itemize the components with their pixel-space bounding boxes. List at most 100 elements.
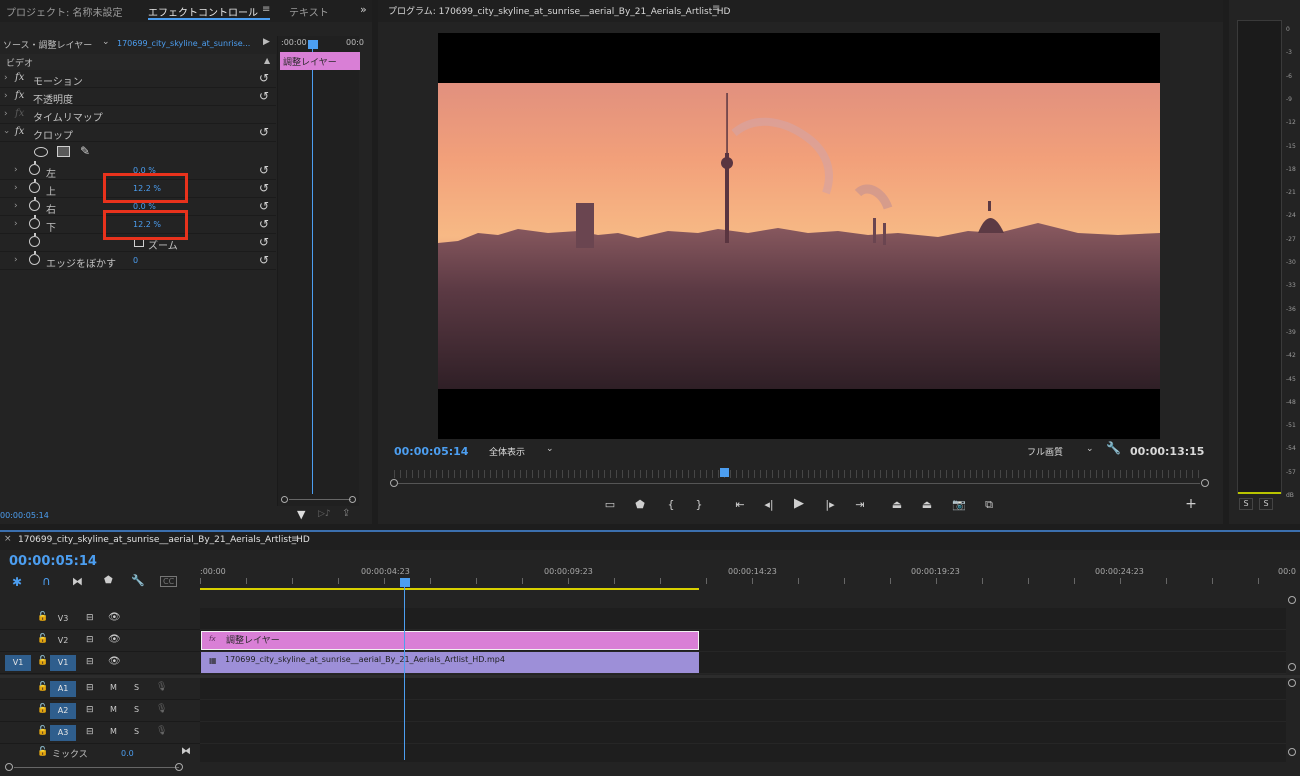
sync-lock-icon[interactable]: ⊟ xyxy=(86,727,94,737)
captions-icon[interactable]: CC xyxy=(160,576,178,587)
reset-icon[interactable]: ↺ xyxy=(259,163,269,177)
linked-selection-icon[interactable]: ⧓ xyxy=(72,575,83,588)
track-target-v2[interactable]: V2 xyxy=(50,633,76,649)
sync-lock-icon[interactable]: ⊟ xyxy=(86,657,94,667)
clip-video[interactable]: ▦ 170699_city_skyline_at_sunrise__aerial… xyxy=(201,652,699,673)
ellipse-mask-icon[interactable] xyxy=(34,147,48,157)
eye-icon[interactable]: 👁 xyxy=(108,634,121,645)
track-target-a2[interactable]: A2 xyxy=(50,703,76,719)
scroll-handle-left[interactable] xyxy=(281,496,288,503)
expand-chevron-icon[interactable]: › xyxy=(14,219,18,229)
sync-lock-icon[interactable]: ⊟ xyxy=(86,683,94,693)
mix-expand-icon[interactable]: ⧓ xyxy=(181,746,191,757)
voiceover-mic-icon[interactable]: 🎙 xyxy=(156,726,167,736)
sync-lock-icon[interactable]: ⊟ xyxy=(86,635,94,645)
crop-feather-value[interactable]: 0 xyxy=(133,256,138,265)
panel-menu-icon[interactable]: ≡ xyxy=(262,4,270,15)
filter-icon[interactable]: ▼ xyxy=(297,508,305,521)
play-only-audio-icon[interactable]: ▶ xyxy=(263,37,270,47)
program-monitor-title[interactable]: プログラム: 170699_city_skyline_at_sunrise__a… xyxy=(388,4,730,17)
reset-icon[interactable]: ↺ xyxy=(259,217,269,231)
timeline-h-scrollbar[interactable] xyxy=(5,762,1295,772)
effect-row-crop[interactable]: › fx クロップ ↺ xyxy=(0,124,276,142)
snap-magnet-icon[interactable]: ∩ xyxy=(42,574,51,588)
solo-button[interactable]: S xyxy=(134,683,139,692)
reset-icon[interactable]: ↺ xyxy=(259,125,269,139)
mute-button[interactable]: M xyxy=(110,705,117,714)
track-lane-a2[interactable] xyxy=(200,700,1286,722)
tab-project[interactable]: プロジェクト: 名称未設定 xyxy=(6,4,123,19)
track-target-v1[interactable]: V1 xyxy=(50,655,76,671)
expand-chevron-icon[interactable]: › xyxy=(4,91,8,101)
compare-view-icon[interactable]: ⧉ xyxy=(980,498,998,512)
fx-icon[interactable]: fx xyxy=(15,90,24,101)
lock-icon[interactable]: 🔓 xyxy=(37,612,48,622)
mute-button[interactable]: M xyxy=(110,727,117,736)
wrench-icon[interactable]: 🔧 xyxy=(1106,441,1121,455)
reset-icon[interactable]: ↺ xyxy=(259,181,269,195)
expand-chevron-icon[interactable]: › xyxy=(4,73,8,83)
panel-menu-icon[interactable]: ≡ xyxy=(712,3,720,14)
export-frame-icon[interactable]: 📷 xyxy=(951,498,967,511)
v-scroll-handle[interactable] xyxy=(1288,748,1296,756)
fit-dropdown[interactable]: 全体表示 ⌄ xyxy=(486,443,558,458)
eye-icon[interactable]: 👁 xyxy=(108,656,121,667)
voiceover-mic-icon[interactable]: 🎙 xyxy=(156,704,167,714)
wrench-icon[interactable]: 🔧 xyxy=(131,574,145,587)
track-lane-a3[interactable] xyxy=(200,722,1286,744)
sync-lock-icon[interactable]: ⊟ xyxy=(86,705,94,715)
add-marker-icon[interactable]: ⬟ xyxy=(104,575,113,586)
v-scroll-handle[interactable] xyxy=(1288,596,1296,604)
mini-zoom-scrollbar[interactable] xyxy=(281,496,357,503)
h-scroll-handle-right[interactable] xyxy=(175,763,183,771)
lock-icon[interactable]: 🔓 xyxy=(37,682,48,692)
program-video-frame[interactable] xyxy=(438,33,1160,439)
lock-icon[interactable]: 🔓 xyxy=(37,656,48,666)
reset-icon[interactable]: ↺ xyxy=(259,235,269,249)
timeline-timecode[interactable]: 00:00:05:14 xyxy=(9,554,97,569)
go-to-in-icon[interactable]: ⇤ xyxy=(732,498,748,511)
expand-chevron-icon[interactable]: › xyxy=(4,109,8,119)
timeline-ruler[interactable]: :00:00 00:00:04:23 00:00:09:23 00:00:14:23 0… xyxy=(200,560,1300,590)
solo-button[interactable]: S xyxy=(134,727,139,736)
lock-icon[interactable]: 🔓 xyxy=(37,704,48,714)
track-target-a3[interactable]: A3 xyxy=(50,725,76,741)
reset-icon[interactable]: ↺ xyxy=(259,199,269,213)
program-current-timecode[interactable]: 00:00:05:14 xyxy=(394,445,468,458)
zoom-handle-left[interactable] xyxy=(390,479,398,487)
mini-clip-adjustment[interactable]: 調整レイヤー xyxy=(280,52,360,70)
stopwatch-icon[interactable] xyxy=(29,197,40,211)
mark-in-icon[interactable]: { xyxy=(666,498,676,511)
pen-mask-icon[interactable]: ✎ xyxy=(80,144,90,158)
rectangle-mask-icon[interactable] xyxy=(57,146,70,157)
eye-icon[interactable]: 👁 xyxy=(108,612,121,623)
close-tab-icon[interactable]: × xyxy=(4,534,12,544)
program-scrubber[interactable] xyxy=(390,466,1210,490)
lift-icon[interactable]: ⏏ xyxy=(888,498,906,511)
expand-chevron-icon[interactable]: › xyxy=(14,201,18,211)
play-icon[interactable]: ▶ xyxy=(792,496,806,511)
track-lane-mix[interactable] xyxy=(200,744,1286,762)
track-target-v3[interactable]: V3 xyxy=(50,611,76,627)
scroll-up-icon[interactable]: ▲ xyxy=(264,56,270,65)
mix-volume-value[interactable]: 0.0 xyxy=(121,749,134,758)
tab-text[interactable]: テキスト xyxy=(289,4,329,19)
lock-icon[interactable]: 🔓 xyxy=(37,747,48,757)
source-patch-v1[interactable]: V1 xyxy=(5,655,31,671)
stopwatch-icon[interactable] xyxy=(29,215,40,229)
reset-icon[interactable]: ↺ xyxy=(259,71,269,85)
fx-icon[interactable]: fx xyxy=(15,72,24,83)
track-target-a1[interactable]: A1 xyxy=(50,681,76,697)
track-lane-v3[interactable] xyxy=(200,608,1286,630)
effect-controls-timecode[interactable]: 00:00:05:14 xyxy=(0,511,49,520)
scroll-handle-right[interactable] xyxy=(349,496,356,503)
button-editor-icon[interactable]: + xyxy=(1184,496,1198,512)
work-area-bar[interactable] xyxy=(200,588,699,590)
collapse-chevron-icon[interactable]: › xyxy=(1,130,11,134)
clip-adjustment-layer[interactable]: fx 調整レイヤー xyxy=(201,631,699,650)
reset-icon[interactable]: ↺ xyxy=(259,253,269,267)
lock-icon[interactable]: 🔓 xyxy=(37,634,48,644)
voiceover-mic-icon[interactable]: 🎙 xyxy=(156,682,167,692)
zoom-handle-right[interactable] xyxy=(1201,479,1209,487)
export-icon[interactable]: ⇪ xyxy=(342,508,350,519)
